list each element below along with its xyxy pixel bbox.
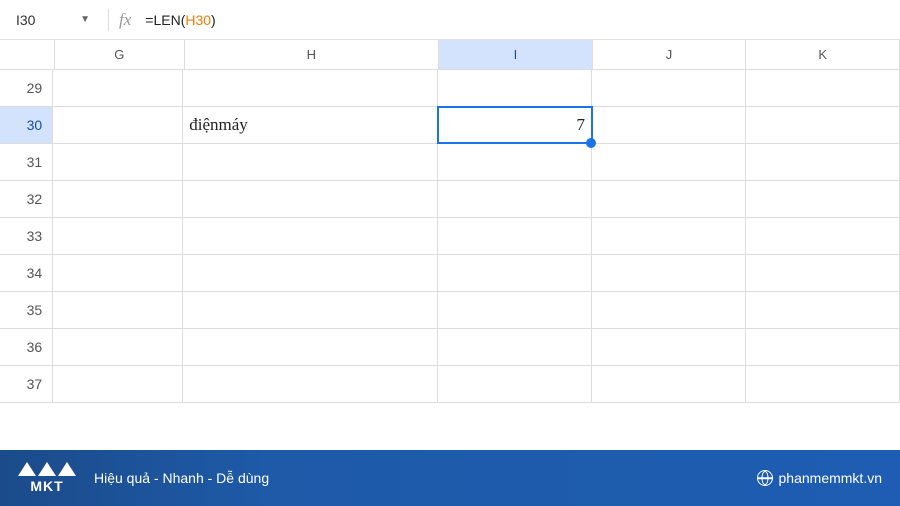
cell-J30[interactable] (592, 107, 746, 143)
cell-I33[interactable] (438, 218, 592, 254)
cell-G37[interactable] (53, 366, 183, 402)
col-header-G[interactable]: G (55, 40, 185, 69)
row-header-29[interactable]: 29 (0, 70, 53, 106)
select-all-corner[interactable] (0, 40, 55, 70)
row-33: 33 (0, 218, 900, 255)
col-header-K[interactable]: K (746, 40, 900, 69)
cell-H30[interactable]: điệnmáy (183, 107, 438, 143)
logo-text: MKT (30, 478, 63, 494)
cell-H33[interactable] (183, 218, 438, 254)
cell-G35[interactable] (53, 292, 183, 328)
col-header-H[interactable]: H (185, 40, 439, 69)
cell-K36[interactable] (746, 329, 900, 365)
spreadsheet-grid: G H I J K 29 30 điệnmáy 7 31 (0, 40, 900, 403)
column-headers: G H I J K (55, 40, 900, 70)
formula-prefix: =LEN( (145, 12, 185, 28)
row-header-32[interactable]: 32 (0, 181, 53, 217)
cell-I30[interactable]: 7 (438, 107, 592, 143)
row-header-35[interactable]: 35 (0, 292, 53, 328)
cell-G33[interactable] (53, 218, 183, 254)
cell-J31[interactable] (592, 144, 746, 180)
divider (108, 9, 109, 31)
cell-K34[interactable] (746, 255, 900, 291)
row-37: 37 (0, 366, 900, 403)
formula-input[interactable]: =LEN(H30) (145, 12, 892, 28)
selection-handle[interactable] (586, 138, 596, 148)
cell-H34[interactable] (183, 255, 438, 291)
cell-J33[interactable] (592, 218, 746, 254)
cell-G34[interactable] (53, 255, 183, 291)
logo-icon (18, 462, 76, 476)
cell-I37[interactable] (438, 366, 592, 402)
mkt-logo: MKT (18, 462, 76, 494)
row-35: 35 (0, 292, 900, 329)
cell-I31[interactable] (438, 144, 592, 180)
cell-K33[interactable] (746, 218, 900, 254)
cell-G36[interactable] (53, 329, 183, 365)
cell-J36[interactable] (592, 329, 746, 365)
cell-G32[interactable] (53, 181, 183, 217)
row-header-31[interactable]: 31 (0, 144, 53, 180)
cell-G31[interactable] (53, 144, 183, 180)
row-32: 32 (0, 181, 900, 218)
formula-ref: H30 (185, 12, 211, 28)
row-header-36[interactable]: 36 (0, 329, 53, 365)
row-30: 30 điệnmáy 7 (0, 107, 900, 144)
cell-H36[interactable] (183, 329, 438, 365)
site-text: phanmemmkt.vn (779, 470, 882, 486)
name-box[interactable]: I30 ▼ (8, 8, 98, 32)
cell-I32[interactable] (438, 181, 592, 217)
footer-banner: MKT Hiệu quả - Nhanh - Dễ dùng phanmemmk… (0, 450, 900, 506)
row-34: 34 (0, 255, 900, 292)
cell-I35[interactable] (438, 292, 592, 328)
row-header-34[interactable]: 34 (0, 255, 53, 291)
cell-G29[interactable] (53, 70, 183, 106)
cell-I36[interactable] (438, 329, 592, 365)
cell-I29[interactable] (438, 70, 592, 106)
tagline: Hiệu quả - Nhanh - Dễ dùng (94, 470, 269, 486)
row-header-30[interactable]: 30 (0, 107, 53, 143)
cell-J29[interactable] (592, 70, 746, 106)
row-header-33[interactable]: 33 (0, 218, 53, 254)
cell-H29[interactable] (183, 70, 438, 106)
cell-J34[interactable] (592, 255, 746, 291)
site-link[interactable]: phanmemmkt.vn (757, 470, 882, 486)
cell-H32[interactable] (183, 181, 438, 217)
row-36: 36 (0, 329, 900, 366)
globe-icon (757, 470, 773, 486)
cell-H31[interactable] (183, 144, 438, 180)
cell-K29[interactable] (746, 70, 900, 106)
cell-K35[interactable] (746, 292, 900, 328)
cell-J35[interactable] (592, 292, 746, 328)
cell-H37[interactable] (183, 366, 438, 402)
fx-icon[interactable]: fx (119, 10, 131, 30)
formula-bar: I30 ▼ fx =LEN(H30) (0, 0, 900, 40)
cell-J32[interactable] (592, 181, 746, 217)
cell-J37[interactable] (592, 366, 746, 402)
cell-H35[interactable] (183, 292, 438, 328)
cell-I30-value: 7 (576, 115, 585, 135)
row-header-37[interactable]: 37 (0, 366, 53, 402)
cell-G30[interactable] (53, 107, 183, 143)
cell-K30[interactable] (746, 107, 900, 143)
formula-suffix: ) (211, 12, 216, 28)
row-31: 31 (0, 144, 900, 181)
name-box-value: I30 (16, 12, 35, 28)
cell-K32[interactable] (746, 181, 900, 217)
col-header-I[interactable]: I (439, 40, 593, 69)
cell-K31[interactable] (746, 144, 900, 180)
col-header-J[interactable]: J (593, 40, 747, 69)
dropdown-icon[interactable]: ▼ (80, 14, 90, 25)
rows: 29 30 điệnmáy 7 31 32 (0, 70, 900, 403)
cell-K37[interactable] (746, 366, 900, 402)
cell-I34[interactable] (438, 255, 592, 291)
row-29: 29 (0, 70, 900, 107)
